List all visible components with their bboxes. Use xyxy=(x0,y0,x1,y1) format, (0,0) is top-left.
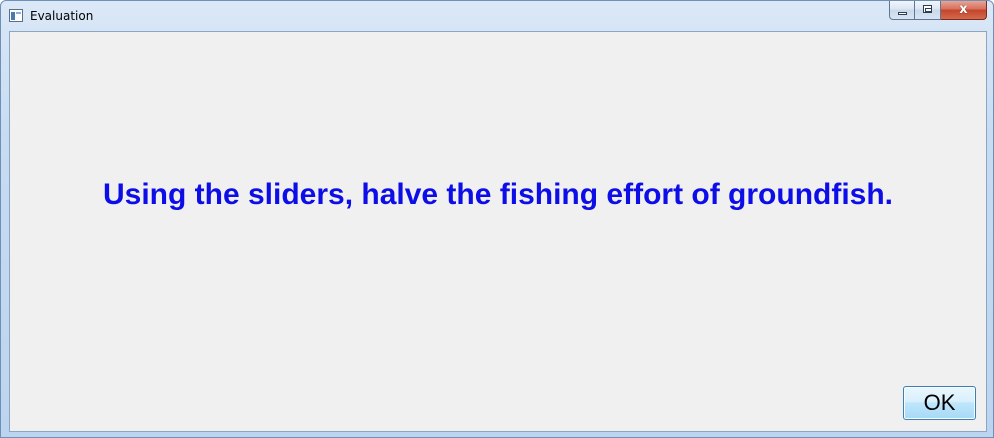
instruction-message: Using the sliders, halve the fishing eff… xyxy=(102,178,894,211)
title-bar[interactable]: Evaluation x xyxy=(1,1,993,31)
close-button[interactable]: x xyxy=(941,1,987,20)
maximize-icon xyxy=(923,5,932,13)
minimize-icon xyxy=(898,12,907,15)
ok-button[interactable]: OK xyxy=(903,386,976,420)
window-title: Evaluation xyxy=(30,9,94,23)
maximize-button[interactable] xyxy=(915,1,941,20)
minimize-button[interactable] xyxy=(889,1,915,20)
dialog-window: Evaluation x Using the sliders, halve th… xyxy=(0,0,994,438)
close-icon: x xyxy=(959,2,968,17)
dialog-client-area: Using the sliders, halve the fishing eff… xyxy=(9,31,987,432)
caption-buttons: x xyxy=(889,1,987,21)
application-icon[interactable] xyxy=(9,9,23,22)
